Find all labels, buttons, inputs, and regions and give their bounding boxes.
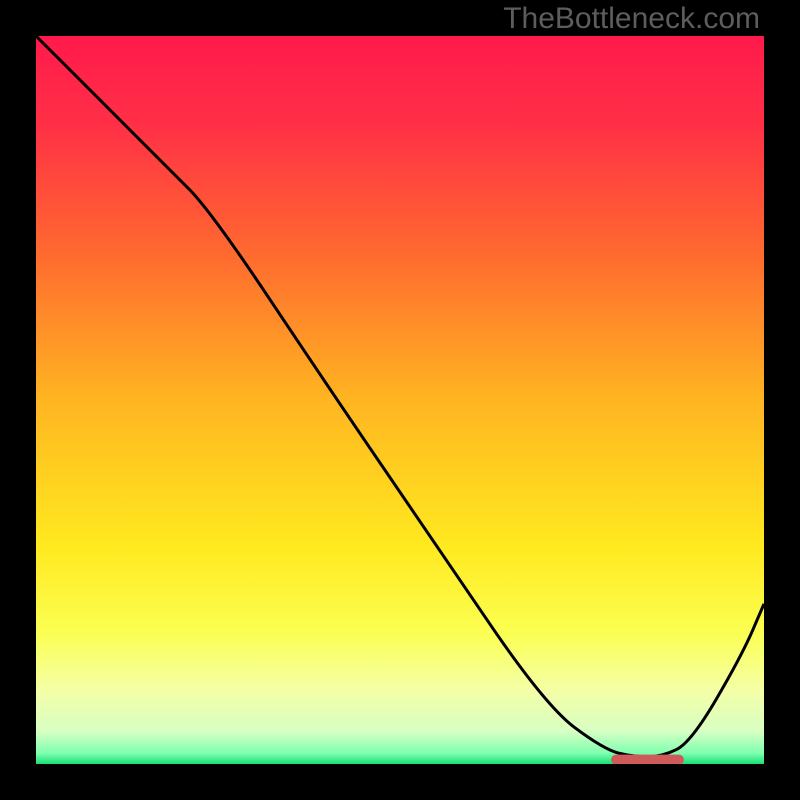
watermark-text: TheBottleneck.com bbox=[503, 2, 760, 36]
highlight-bar bbox=[611, 755, 684, 764]
chart-frame bbox=[36, 36, 764, 764]
bottleneck-chart bbox=[36, 36, 764, 764]
